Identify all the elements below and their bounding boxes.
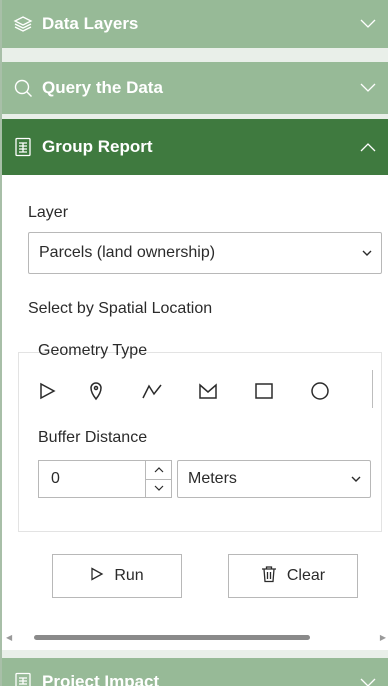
accordion-title: Group Report [42,137,153,156]
report-icon [8,137,38,157]
clear-button[interactable]: Clear [228,554,358,598]
circle-tool-icon[interactable] [296,375,344,407]
layer-select[interactable]: Parcels (land ownership) [28,232,382,274]
chevron-down-icon [348,83,388,93]
accordion-title: Query the Data [42,78,163,97]
horizontal-scrollbar[interactable]: ◀ ▶ [6,630,388,644]
run-label: Run [114,567,144,584]
point-tool-icon[interactable] [38,375,64,407]
increment-button[interactable] [146,461,171,480]
clear-label: Clear [286,567,326,584]
scrollbar-thumb[interactable] [34,635,310,640]
layer-select-value: Parcels (land ownership) [39,244,216,261]
layer-label: Layer [28,204,69,221]
decrement-button[interactable] [146,480,171,498]
divider [2,48,388,62]
buffer-stepper [145,461,171,497]
polyline-tool-icon[interactable] [128,375,176,407]
play-icon [90,566,104,586]
unit-select-value: Meters [188,470,237,487]
accordion-header-group-report[interactable]: Group Report [2,119,388,175]
rectangle-tool-icon[interactable] [240,375,288,407]
trash-icon [261,565,277,588]
toolbar-divider [372,370,373,408]
chevron-down-icon [348,678,388,686]
geometry-toolbar [38,374,378,408]
chevron-down-icon [348,19,388,29]
search-icon [8,78,38,98]
run-button[interactable]: Run [52,554,182,598]
layers-icon [8,14,38,34]
scroll-right-arrow-icon[interactable]: ▶ [380,633,386,642]
pin-tool-icon[interactable] [72,375,120,407]
accordion-title: Project Impact [42,672,160,686]
side-panel: Data Layers Query the Data Group Report [0,0,388,686]
report-icon [8,672,38,686]
accordion-title: Data Layers [42,14,139,33]
divider [2,650,388,658]
spatial-location-label: Select by Spatial Location [28,300,213,317]
buffer-distance-input[interactable]: 0 [38,460,172,498]
chevron-down-icon [353,250,381,257]
chevron-up-icon [348,142,388,152]
accordion-header-data-layers[interactable]: Data Layers [2,0,388,48]
buffer-distance-value: 0 [51,470,60,487]
accordion-header-query[interactable]: Query the Data [2,62,388,114]
scroll-left-arrow-icon[interactable]: ◀ [6,633,12,642]
accordion-header-project-impact[interactable]: Project Impact [2,658,388,686]
geometry-type-label: Geometry Type [38,342,148,359]
polygon-tool-icon[interactable] [184,375,232,407]
unit-select[interactable]: Meters [177,460,371,498]
chevron-down-icon [342,476,370,483]
buffer-distance-label: Buffer Distance [38,429,148,446]
